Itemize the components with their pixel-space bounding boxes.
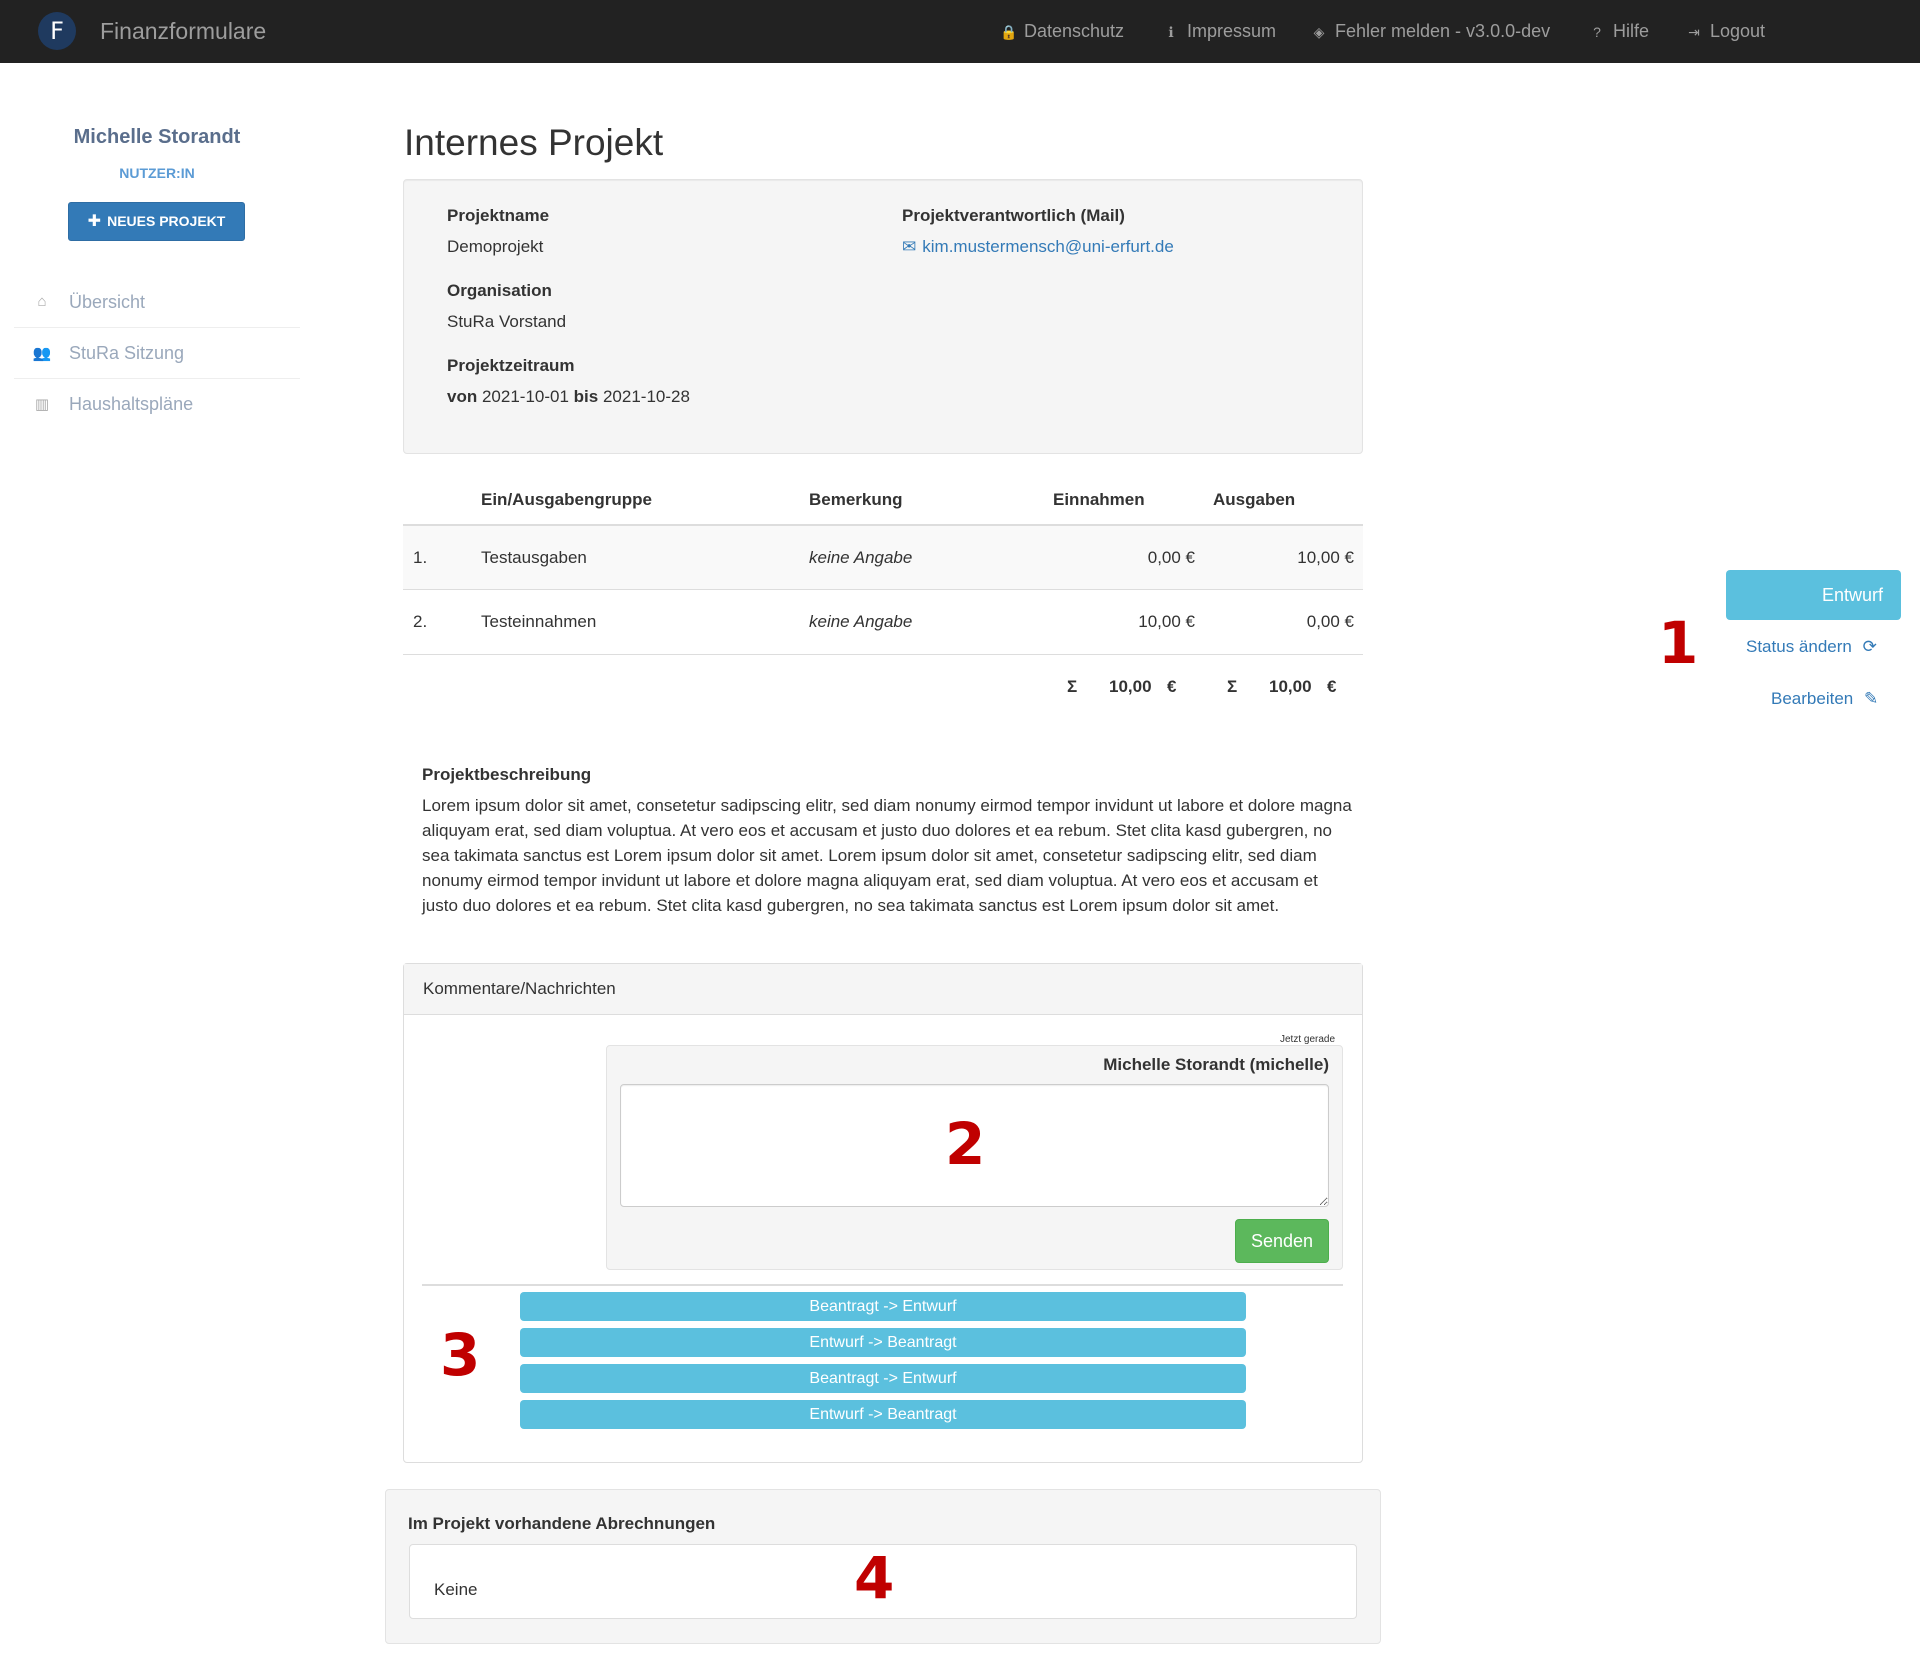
annotation-marker-3: 3: [440, 1321, 481, 1389]
project-owner-label: Projektverantwortlich (Mail): [902, 206, 1125, 225]
sum-income-value: 10,00: [1109, 677, 1152, 696]
annotation-marker-1: 1: [1658, 609, 1699, 677]
sum-income-currency: €: [1167, 677, 1177, 696]
period-from-word: von: [447, 387, 478, 406]
table-row: 2. Testeinnahmen keine Angabe 10,00 € 0,…: [403, 589, 1363, 654]
table-header-group: Ein/Ausgabengruppe: [481, 490, 652, 509]
description-text: Lorem ipsum dolor sit amet, consetetur s…: [422, 796, 1352, 915]
organisation-label: Organisation: [447, 281, 552, 300]
sidebar-item-uebersicht[interactable]: ⌂ Übersicht: [14, 277, 300, 328]
question-icon: ?: [1593, 24, 1601, 40]
comments-panel-header: Kommentare/Nachrichten: [404, 964, 1362, 1015]
nav-fehler-melden-label: Fehler melden - v3.0.0-dev: [1335, 21, 1551, 41]
home-icon: ⌂: [37, 293, 47, 310]
table-row: 1. Testausgaben keine Angabe 0,00 € 10,0…: [403, 524, 1363, 589]
logout-icon: ⇥: [1688, 24, 1700, 40]
sum-expense-value: 10,00: [1269, 677, 1312, 696]
table-header-expense: Ausgaben: [1213, 490, 1296, 509]
project-name-label: Projektname: [447, 206, 550, 225]
sidebar-item-label: Übersicht: [69, 292, 146, 312]
nav-logout[interactable]: ⇥ Logout: [1686, 21, 1765, 42]
nav-hilfe[interactable]: ? Hilfe: [1589, 21, 1649, 42]
status-history-item[interactable]: Beantragt -> Entwurf: [520, 1364, 1246, 1393]
row-group: Testeinnahmen: [481, 612, 597, 631]
lock-icon: 🔒: [1000, 24, 1018, 40]
new-project-button[interactable]: ✚ NEUES PROJEKT: [68, 202, 245, 241]
page-title: Internes Projekt: [404, 122, 664, 163]
project-period-label: Projektzeitraum: [447, 356, 575, 375]
status-history-item[interactable]: Entwurf -> Beantragt: [520, 1328, 1246, 1357]
nav-impressum-label: Impressum: [1187, 21, 1277, 41]
annotation-marker-2: 2: [945, 1110, 986, 1178]
table-bottom-border: [403, 654, 1363, 655]
row-remark: keine Angabe: [809, 548, 913, 567]
row-income: 0,00 €: [1147, 548, 1195, 567]
project-owner-mail: kim.mustermensch@uni-erfurt.de: [922, 237, 1174, 256]
envelope-icon: ✉: [902, 237, 917, 256]
sum-expense-currency: €: [1327, 677, 1337, 696]
billing-value: Keine: [434, 1580, 478, 1599]
project-name-value: Demoprojekt: [447, 237, 544, 256]
refresh-icon: ⟳: [1862, 637, 1877, 656]
row-expense: 0,00 €: [1306, 612, 1354, 631]
row-group: Testausgaben: [481, 548, 587, 567]
project-period-value: von 2021-10-01 bis 2021-10-28: [447, 387, 690, 407]
user-role: NUTZER:IN: [119, 165, 195, 181]
row-remark: keine Angabe: [809, 612, 913, 631]
sidebar-item-label: StuRa Sitzung: [69, 343, 185, 363]
edit-link[interactable]: Bearbeiten ✎: [1771, 689, 1878, 709]
project-owner-mail-link[interactable]: ✉ kim.mustermensch@uni-erfurt.de: [902, 237, 1174, 257]
description-title: Projektbeschreibung: [422, 765, 592, 784]
period-from: 2021-10-01: [481, 387, 569, 406]
brand-name[interactable]: Finanzformulare: [100, 18, 266, 45]
nav-hilfe-label: Hilfe: [1613, 21, 1650, 41]
billing-title: Im Projekt vorhandene Abrechnungen: [408, 1514, 716, 1533]
row-expense: 10,00 €: [1297, 548, 1354, 567]
comment-author: Michelle Storandt (michelle): [1103, 1055, 1329, 1074]
users-icon: 👥: [32, 345, 52, 362]
nav-impressum[interactable]: ℹ Impressum: [1163, 21, 1276, 42]
row-number: 2.: [413, 612, 428, 631]
nav-datenschutz[interactable]: 🔒 Datenschutz: [1000, 21, 1124, 42]
table-header-income: Einnahmen: [1053, 490, 1145, 509]
comment-timestamp: Jetzt gerade: [1280, 1034, 1336, 1045]
top-navbar: F Finanzformulare 🔒 Datenschutz ℹ Impressu…: [0, 0, 1920, 63]
sum-income-symbol: Σ: [1067, 677, 1078, 696]
bar-chart-icon: ▥: [34, 396, 50, 413]
nav-datenschutz-label: Datenschutz: [1024, 21, 1125, 41]
plus-icon: ✚: [87, 213, 102, 230]
sidebar-item-haushaltsplaene[interactable]: ▥ Haushaltspläne: [14, 379, 300, 430]
sidebar-item-label: Haushaltspläne: [69, 394, 194, 414]
nav-fehler-melden[interactable]: ◈ Fehler melden - v3.0.0-dev: [1311, 21, 1551, 42]
comments-divider: [422, 1284, 1343, 1286]
status-history-item[interactable]: Entwurf -> Beantragt: [520, 1400, 1246, 1429]
send-button[interactable]: Senden: [1235, 1219, 1329, 1263]
user-name: Michelle Storandt: [73, 126, 241, 148]
comments-panel-title: Kommentare/Nachrichten: [423, 979, 616, 998]
row-number: 1.: [413, 548, 428, 567]
annotation-marker-4: 4: [854, 1544, 895, 1612]
change-status-link[interactable]: Status ändern ⟳: [1746, 637, 1877, 657]
change-status-label: Status ändern: [1746, 637, 1852, 656]
info-icon: ℹ: [1168, 24, 1174, 40]
table-header-remark: Bemerkung: [809, 490, 903, 509]
new-project-label: NEUES PROJEKT: [107, 213, 226, 229]
period-to: 2021-10-28: [602, 387, 690, 406]
row-income: 10,00 €: [1138, 612, 1195, 631]
nav-logout-label: Logout: [1710, 21, 1766, 41]
sum-expense-symbol: Σ: [1227, 677, 1238, 696]
pencil-icon: ✎: [1863, 689, 1879, 708]
status-button-entwurf[interactable]: Entwurf: [1726, 570, 1901, 620]
sidebar-item-stura-sitzung[interactable]: 👥 StuRa Sitzung: [14, 328, 300, 379]
organisation-value: StuRa Vorstand: [447, 312, 567, 331]
status-history-item[interactable]: Beantragt -> Entwurf: [520, 1292, 1246, 1321]
gitlab-icon: ◈: [1313, 24, 1325, 40]
brand-logo[interactable]: F: [38, 12, 76, 50]
edit-label: Bearbeiten: [1771, 689, 1854, 708]
period-to-word: bis: [573, 387, 599, 406]
